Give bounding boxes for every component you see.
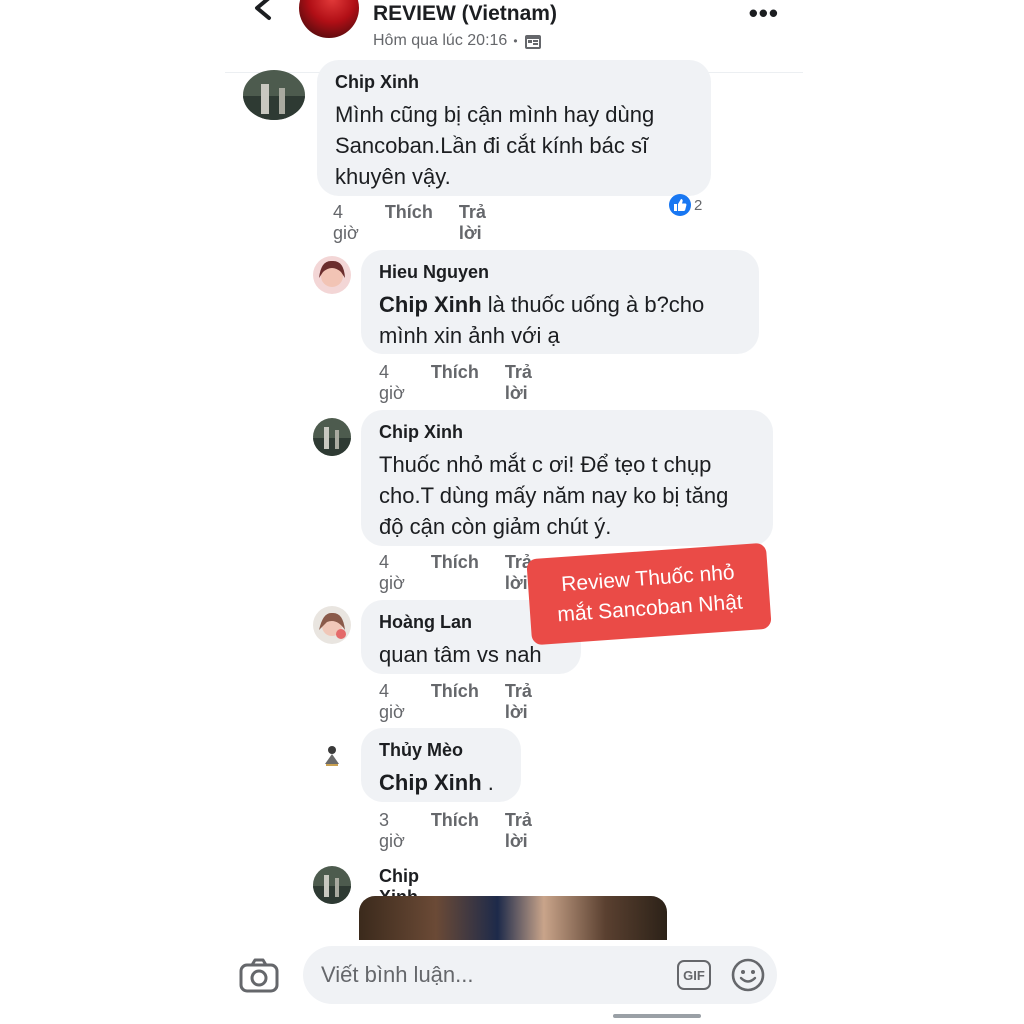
comment-text: Chip Xinh là thuốc uống à b?cho mình xin… — [379, 289, 739, 351]
comment-actions: 4 giờ Thích Trả lời — [379, 362, 532, 404]
mention-link[interactable]: Chip Xinh — [379, 770, 482, 795]
comment-body: . — [481, 770, 494, 795]
like-button[interactable]: Thích — [385, 202, 433, 244]
comment-author[interactable]: Thủy Mèo — [379, 740, 501, 761]
like-icon — [669, 194, 691, 216]
like-button[interactable]: Thích — [431, 362, 479, 404]
avatar[interactable] — [243, 70, 305, 120]
avatar[interactable] — [313, 418, 351, 456]
comment-actions: 4 giờ Thích Trả lời — [379, 552, 532, 594]
promo-tag: Review Thuốc nhỏ mắt Sancoban Nhật — [526, 542, 772, 646]
comment-author[interactable]: Chip Xinh — [379, 422, 753, 443]
comment-actions: 4 giờ Thích Trả lời — [333, 202, 486, 244]
comment-time: 3 giờ — [379, 810, 405, 851]
avatar[interactable] — [313, 866, 351, 904]
post-meta: Hôm qua lúc 20:16 • — [373, 32, 542, 50]
like-button[interactable]: Thích — [431, 810, 479, 852]
emoji-icon[interactable] — [731, 958, 765, 992]
comment-time: 4 giờ — [379, 681, 405, 722]
comment-thread-screen: REVIEW (Vietnam) Hôm qua lúc 20:16 • •••… — [225, 0, 803, 1024]
comment-text: Thuốc nhỏ mắt c ơi! Để tẹo t chụp cho.T … — [379, 452, 729, 539]
meta-separator: • — [513, 34, 518, 48]
avatar[interactable] — [313, 606, 351, 644]
reaction-summary[interactable]: 2 — [669, 194, 702, 216]
home-indicator — [613, 1014, 701, 1018]
comment-actions: 4 giờ Thích Trả lời — [379, 681, 532, 723]
comment-time: 4 giờ — [379, 362, 405, 403]
like-button[interactable]: Thích — [431, 681, 479, 723]
comment-composer: Viết bình luận... GIF — [225, 940, 803, 1024]
comment-actions: 3 giờ Thích Trả lời — [379, 810, 532, 852]
like-button[interactable]: Thích — [431, 552, 479, 594]
comment-text: Chip Xinh . — [379, 767, 501, 798]
comment-bubble: Thủy Mèo Chip Xinh . — [361, 728, 521, 802]
calendar-icon — [524, 35, 541, 49]
reply-button[interactable]: Trả lời — [505, 681, 532, 723]
reply-button[interactable]: Trả lời — [505, 810, 532, 852]
comment-author[interactable]: Hieu Nguyen — [379, 262, 739, 283]
avatar[interactable] — [313, 256, 351, 294]
reply-button[interactable]: Trả lời — [505, 362, 532, 404]
page-name[interactable]: REVIEW (Vietnam) — [373, 2, 557, 26]
comment-text: Mình cũng bị cận mình hay dùng Sancoban.… — [335, 102, 655, 189]
back-arrow-icon[interactable] — [243, 0, 283, 34]
more-options-icon[interactable]: ••• — [749, 0, 779, 29]
comment-time: 4 giờ — [333, 202, 359, 243]
reaction-count: 2 — [694, 196, 703, 214]
comment-bubble: Chip Xinh Thuốc nhỏ mắt c ơi! Để tẹo t c… — [361, 410, 773, 546]
mention-link[interactable]: Chip Xinh — [379, 292, 482, 317]
gif-icon[interactable]: GIF — [677, 960, 711, 990]
comment-bubble: Hieu Nguyen Chip Xinh là thuốc uống à b?… — [361, 250, 759, 354]
comment-author[interactable]: Chip Xinh — [335, 72, 691, 93]
avatar[interactable] — [317, 740, 347, 770]
comment-time: 4 giờ — [379, 552, 405, 593]
photo-attachment[interactable] — [359, 896, 667, 940]
reply-button[interactable]: Trả lời — [459, 202, 486, 244]
comment-text: quan tâm vs nah — [379, 642, 542, 667]
comment-bubble: Chip Xinh Mình cũng bị cận mình hay dùng… — [317, 60, 711, 196]
post-timestamp: Hôm qua lúc 20:16 — [373, 32, 508, 49]
page-avatar[interactable] — [299, 0, 359, 38]
camera-icon[interactable] — [239, 958, 279, 994]
